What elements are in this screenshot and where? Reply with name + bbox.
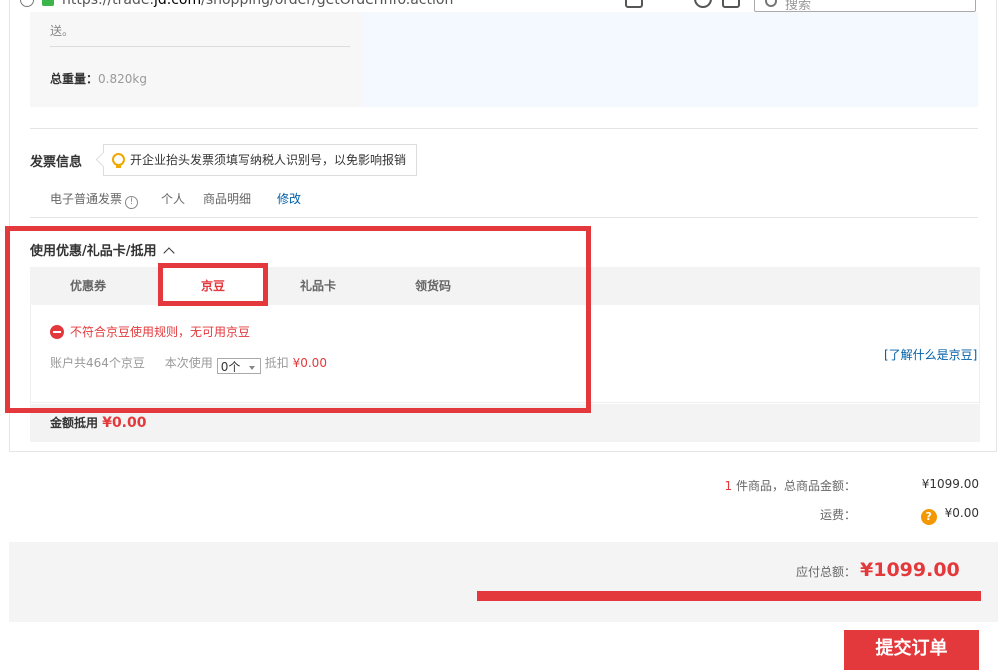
amount-deduction: 金额抵用 ¥0.00: [50, 414, 147, 431]
items-label: 件商品，总商品金额：: [735, 479, 856, 493]
annotation-redaction-bar: [477, 591, 981, 601]
invoice-type-label: 电子普通发票: [50, 192, 123, 206]
divider: [30, 217, 978, 218]
invoice-tip: 开企业抬头发票须填写纳税人识别号，以免影响报销: [103, 144, 418, 176]
invoice-type: 电子普通发票!: [50, 190, 139, 209]
total-weight: 总重量：0.820kg: [50, 70, 147, 87]
payable-bar: [9, 542, 998, 622]
divider: [50, 46, 350, 47]
payable-label: 应付总额：: [795, 565, 856, 579]
whatis-jingdou-link[interactable]: [了解什么是京豆]: [884, 346, 977, 363]
freight-value: ¥0.00: [944, 506, 979, 520]
freight-row: ? ¥0.00: [880, 506, 979, 525]
weight-value: 0.820kg: [98, 72, 147, 86]
item-count: 1: [724, 479, 733, 493]
divider: [30, 128, 978, 129]
invoice-content: 商品明细: [203, 192, 252, 206]
amount-value: ¥0.00: [102, 415, 147, 431]
invoice-tip-text: 开企业抬头发票须填写纳税人识别号，以免影响报销: [130, 153, 407, 167]
lightbulb-icon: [112, 153, 125, 168]
weight-label: 总重量：: [50, 72, 99, 86]
shipping-goods-area: [363, 12, 978, 107]
payable-value: ¥1099.00: [860, 559, 960, 581]
invoice-title: 发票信息: [30, 155, 83, 170]
items-total-label: 1 件商品，总商品金额：: [700, 477, 856, 494]
info-icon[interactable]: !: [125, 196, 139, 209]
invoice-header: 个人: [161, 192, 186, 206]
submit-order-button[interactable]: 提交订单: [844, 630, 979, 670]
items-total-value: ¥1099.00: [921, 477, 979, 491]
amount-label: 金额抵用: [50, 416, 99, 430]
help-icon[interactable]: ?: [920, 509, 937, 525]
annotation-box-jingdou-tab: [158, 263, 268, 306]
annotation-box-coupons: [5, 226, 591, 413]
invoice-modify-link[interactable]: 修改: [277, 190, 301, 207]
shipping-note: 送。: [50, 24, 75, 38]
freight-label: 运费：: [819, 508, 856, 522]
